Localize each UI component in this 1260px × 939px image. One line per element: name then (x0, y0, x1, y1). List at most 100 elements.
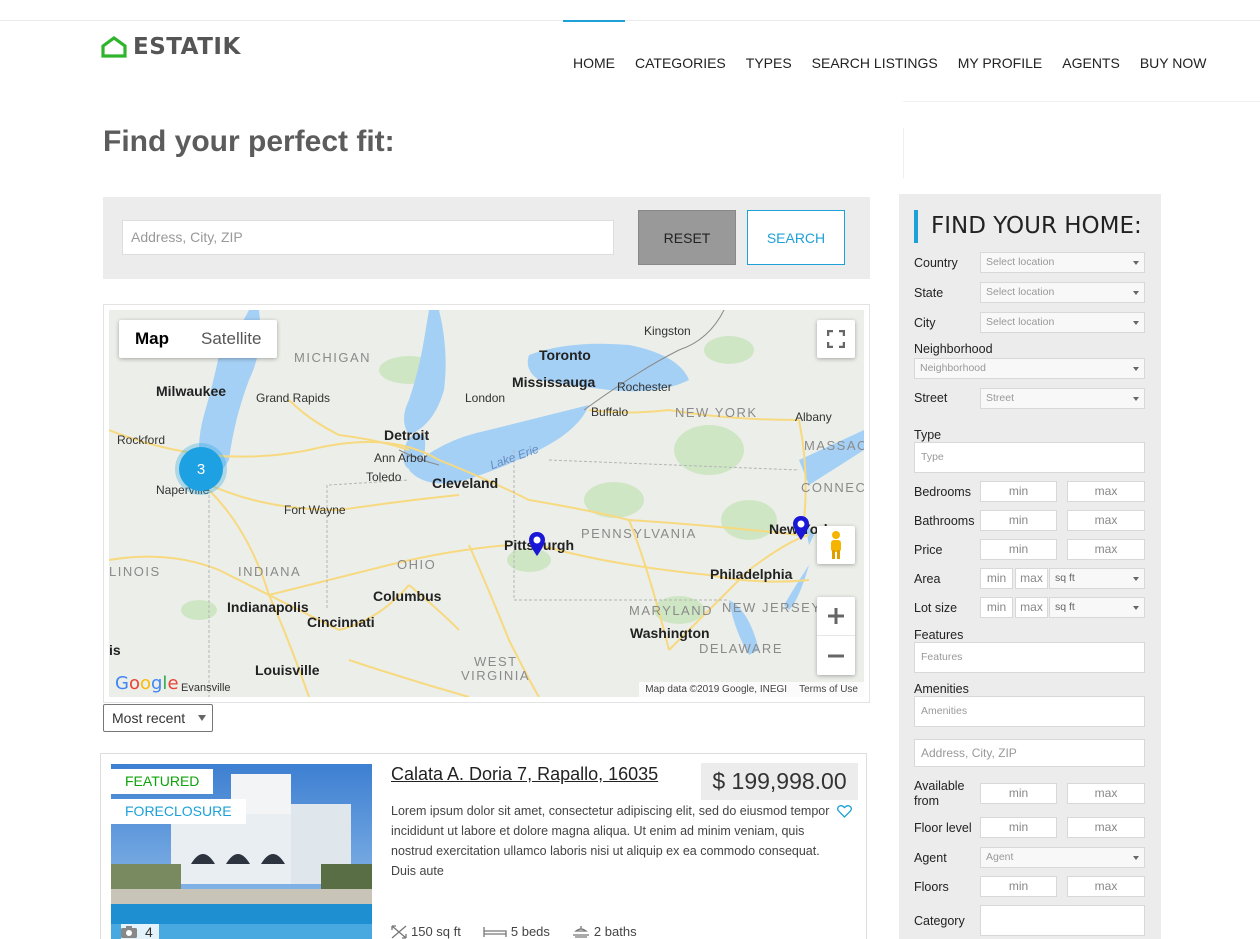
map-label: Detroit (384, 427, 430, 443)
map-pin-icon[interactable] (793, 516, 809, 540)
vertical-divider (903, 128, 904, 178)
floors-max-input[interactable]: max (1067, 876, 1145, 897)
search-button[interactable]: SEARCH (747, 210, 845, 265)
google-logo: Google (115, 673, 179, 694)
map-label: Indianapolis (227, 599, 309, 615)
sort-select[interactable]: Most recent (103, 704, 213, 732)
nav-my-profile[interactable]: MY PROFILE (948, 20, 1053, 83)
plus-icon (828, 608, 844, 624)
nav-buy-now[interactable]: BUY NOW (1130, 20, 1217, 83)
bathrooms-max-input[interactable]: max (1067, 510, 1145, 531)
available-max-input[interactable]: max (1067, 783, 1145, 804)
listing-title-link[interactable]: Calata A. Doria 7, Rapallo, 16035 (391, 764, 658, 785)
street-select-value: Street (986, 392, 1015, 404)
category-input[interactable] (980, 905, 1145, 936)
zoom-control (817, 597, 855, 675)
map-label: Kingston (644, 324, 691, 338)
sidebar-title: FIND YOUR HOME: (914, 210, 1142, 243)
zoom-in-button[interactable] (817, 597, 855, 636)
logo[interactable]: ESTATIK (101, 34, 241, 60)
header-divider (903, 101, 1260, 102)
beds-feature: 5 beds (483, 924, 550, 939)
bedrooms-min-input[interactable]: min (980, 481, 1057, 502)
area-unit-select[interactable]: sq ft (1049, 568, 1145, 589)
map-label: WEST (474, 654, 518, 669)
beds-value: 5 beds (510, 924, 550, 939)
nav-types[interactable]: TYPES (736, 20, 802, 83)
house-logo-icon (101, 36, 127, 58)
state-select[interactable]: Select location (980, 282, 1145, 303)
floors-label: Floors (914, 880, 949, 894)
bedrooms-max-input[interactable]: max (1067, 481, 1145, 502)
fullscreen-button[interactable] (817, 320, 855, 358)
terms-of-use-link[interactable]: Terms of Use (799, 684, 858, 695)
photo-count-value: 4 (145, 924, 153, 939)
neighborhood-select[interactable]: Neighborhood (914, 358, 1145, 379)
address-search-input[interactable]: Address, City, ZIP (122, 220, 614, 255)
type-label: Type (914, 428, 942, 442)
map-label: DELAWARE (699, 641, 783, 656)
features-input[interactable]: Features (914, 642, 1145, 673)
nav-categories[interactable]: CATEGORIES (625, 20, 736, 83)
map[interactable]: MICHIGAN Toronto Kingston Mississauga Ro… (109, 310, 864, 697)
listing-image[interactable]: FEATURED FORECLOSURE 4 (111, 764, 372, 939)
lot-max-input[interactable]: max (1015, 597, 1048, 618)
lot-min-input[interactable]: min (980, 597, 1013, 618)
street-view-pegman[interactable] (817, 526, 855, 564)
area-min-input[interactable]: min (980, 568, 1013, 589)
floor-level-label: Floor level (914, 821, 972, 835)
search-bar: Address, City, ZIP RESET SEARCH (103, 197, 870, 279)
address-input[interactable]: Address, City, ZIP (914, 739, 1145, 767)
zoom-out-button[interactable] (817, 636, 855, 675)
nav-agents[interactable]: AGENTS (1052, 20, 1130, 83)
page-title: Find your perfect fit: (103, 125, 395, 158)
price-max-input[interactable]: max (1067, 539, 1145, 560)
find-your-home-sidebar: FIND YOUR HOME: Country Select location … (899, 194, 1161, 939)
logo-text: ESTATIK (133, 34, 241, 60)
country-select[interactable]: Select location (980, 252, 1145, 273)
map-label: MICHIGAN (294, 350, 371, 365)
floor-level-max-input[interactable]: max (1067, 817, 1145, 838)
camera-icon (121, 926, 137, 938)
map-cluster-marker[interactable]: 3 (179, 447, 223, 491)
nav-home[interactable]: HOME (563, 20, 625, 83)
available-label-line2: from (914, 794, 939, 808)
foreclosure-badge: FORECLOSURE (111, 799, 246, 824)
map-type-map-button[interactable]: Map (119, 320, 185, 358)
map-type-satellite-button[interactable]: Satellite (185, 320, 277, 358)
area-max-input[interactable]: max (1015, 568, 1048, 589)
reset-button[interactable]: RESET (638, 210, 736, 265)
price-min-input[interactable]: min (980, 539, 1057, 560)
map-label: NEW YORK (675, 405, 758, 420)
available-min-input[interactable]: min (980, 783, 1057, 804)
map-label: Washington (630, 625, 710, 641)
listing-description: Lorem ipsum dolor sit amet, consectetur … (391, 804, 830, 878)
map-label: Fort Wayne (284, 503, 346, 517)
agent-select[interactable]: Agent (980, 847, 1145, 868)
area-icon (391, 924, 407, 939)
map-frame: MICHIGAN Toronto Kingston Mississauga Ro… (103, 304, 870, 703)
state-label: State (914, 286, 944, 300)
chevron-down-icon (1133, 367, 1139, 371)
bathrooms-min-input[interactable]: min (980, 510, 1057, 531)
listing-features: 150 sq ft 5 beds 2 baths (391, 924, 637, 939)
map-pin-icon[interactable] (529, 532, 545, 556)
floors-min-input[interactable]: min (980, 876, 1057, 897)
floor-level-min-input[interactable]: min (980, 817, 1057, 838)
type-input[interactable]: Type (914, 442, 1145, 473)
map-label: Philadelphia (710, 566, 793, 582)
street-select[interactable]: Street (980, 388, 1145, 409)
city-select[interactable]: Select location (980, 312, 1145, 333)
agent-select-value: Agent (986, 851, 1014, 863)
map-label: Toronto (539, 347, 591, 363)
amenities-input[interactable]: Amenities (914, 696, 1145, 727)
city-select-value: Select location (986, 316, 1055, 328)
lot-unit-select[interactable]: sq ft (1049, 597, 1145, 618)
map-label: Evansville (181, 682, 231, 694)
nav-search-listings[interactable]: SEARCH LISTINGS (802, 20, 948, 83)
map-label: OHIO (397, 557, 437, 572)
map-label: Cincinnati (307, 614, 375, 630)
chevron-down-icon (1133, 321, 1139, 325)
map-label: VIRGINIA (461, 668, 531, 683)
map-attribution: Map data ©2019 Google, INEGI Terms of Us… (639, 682, 864, 697)
